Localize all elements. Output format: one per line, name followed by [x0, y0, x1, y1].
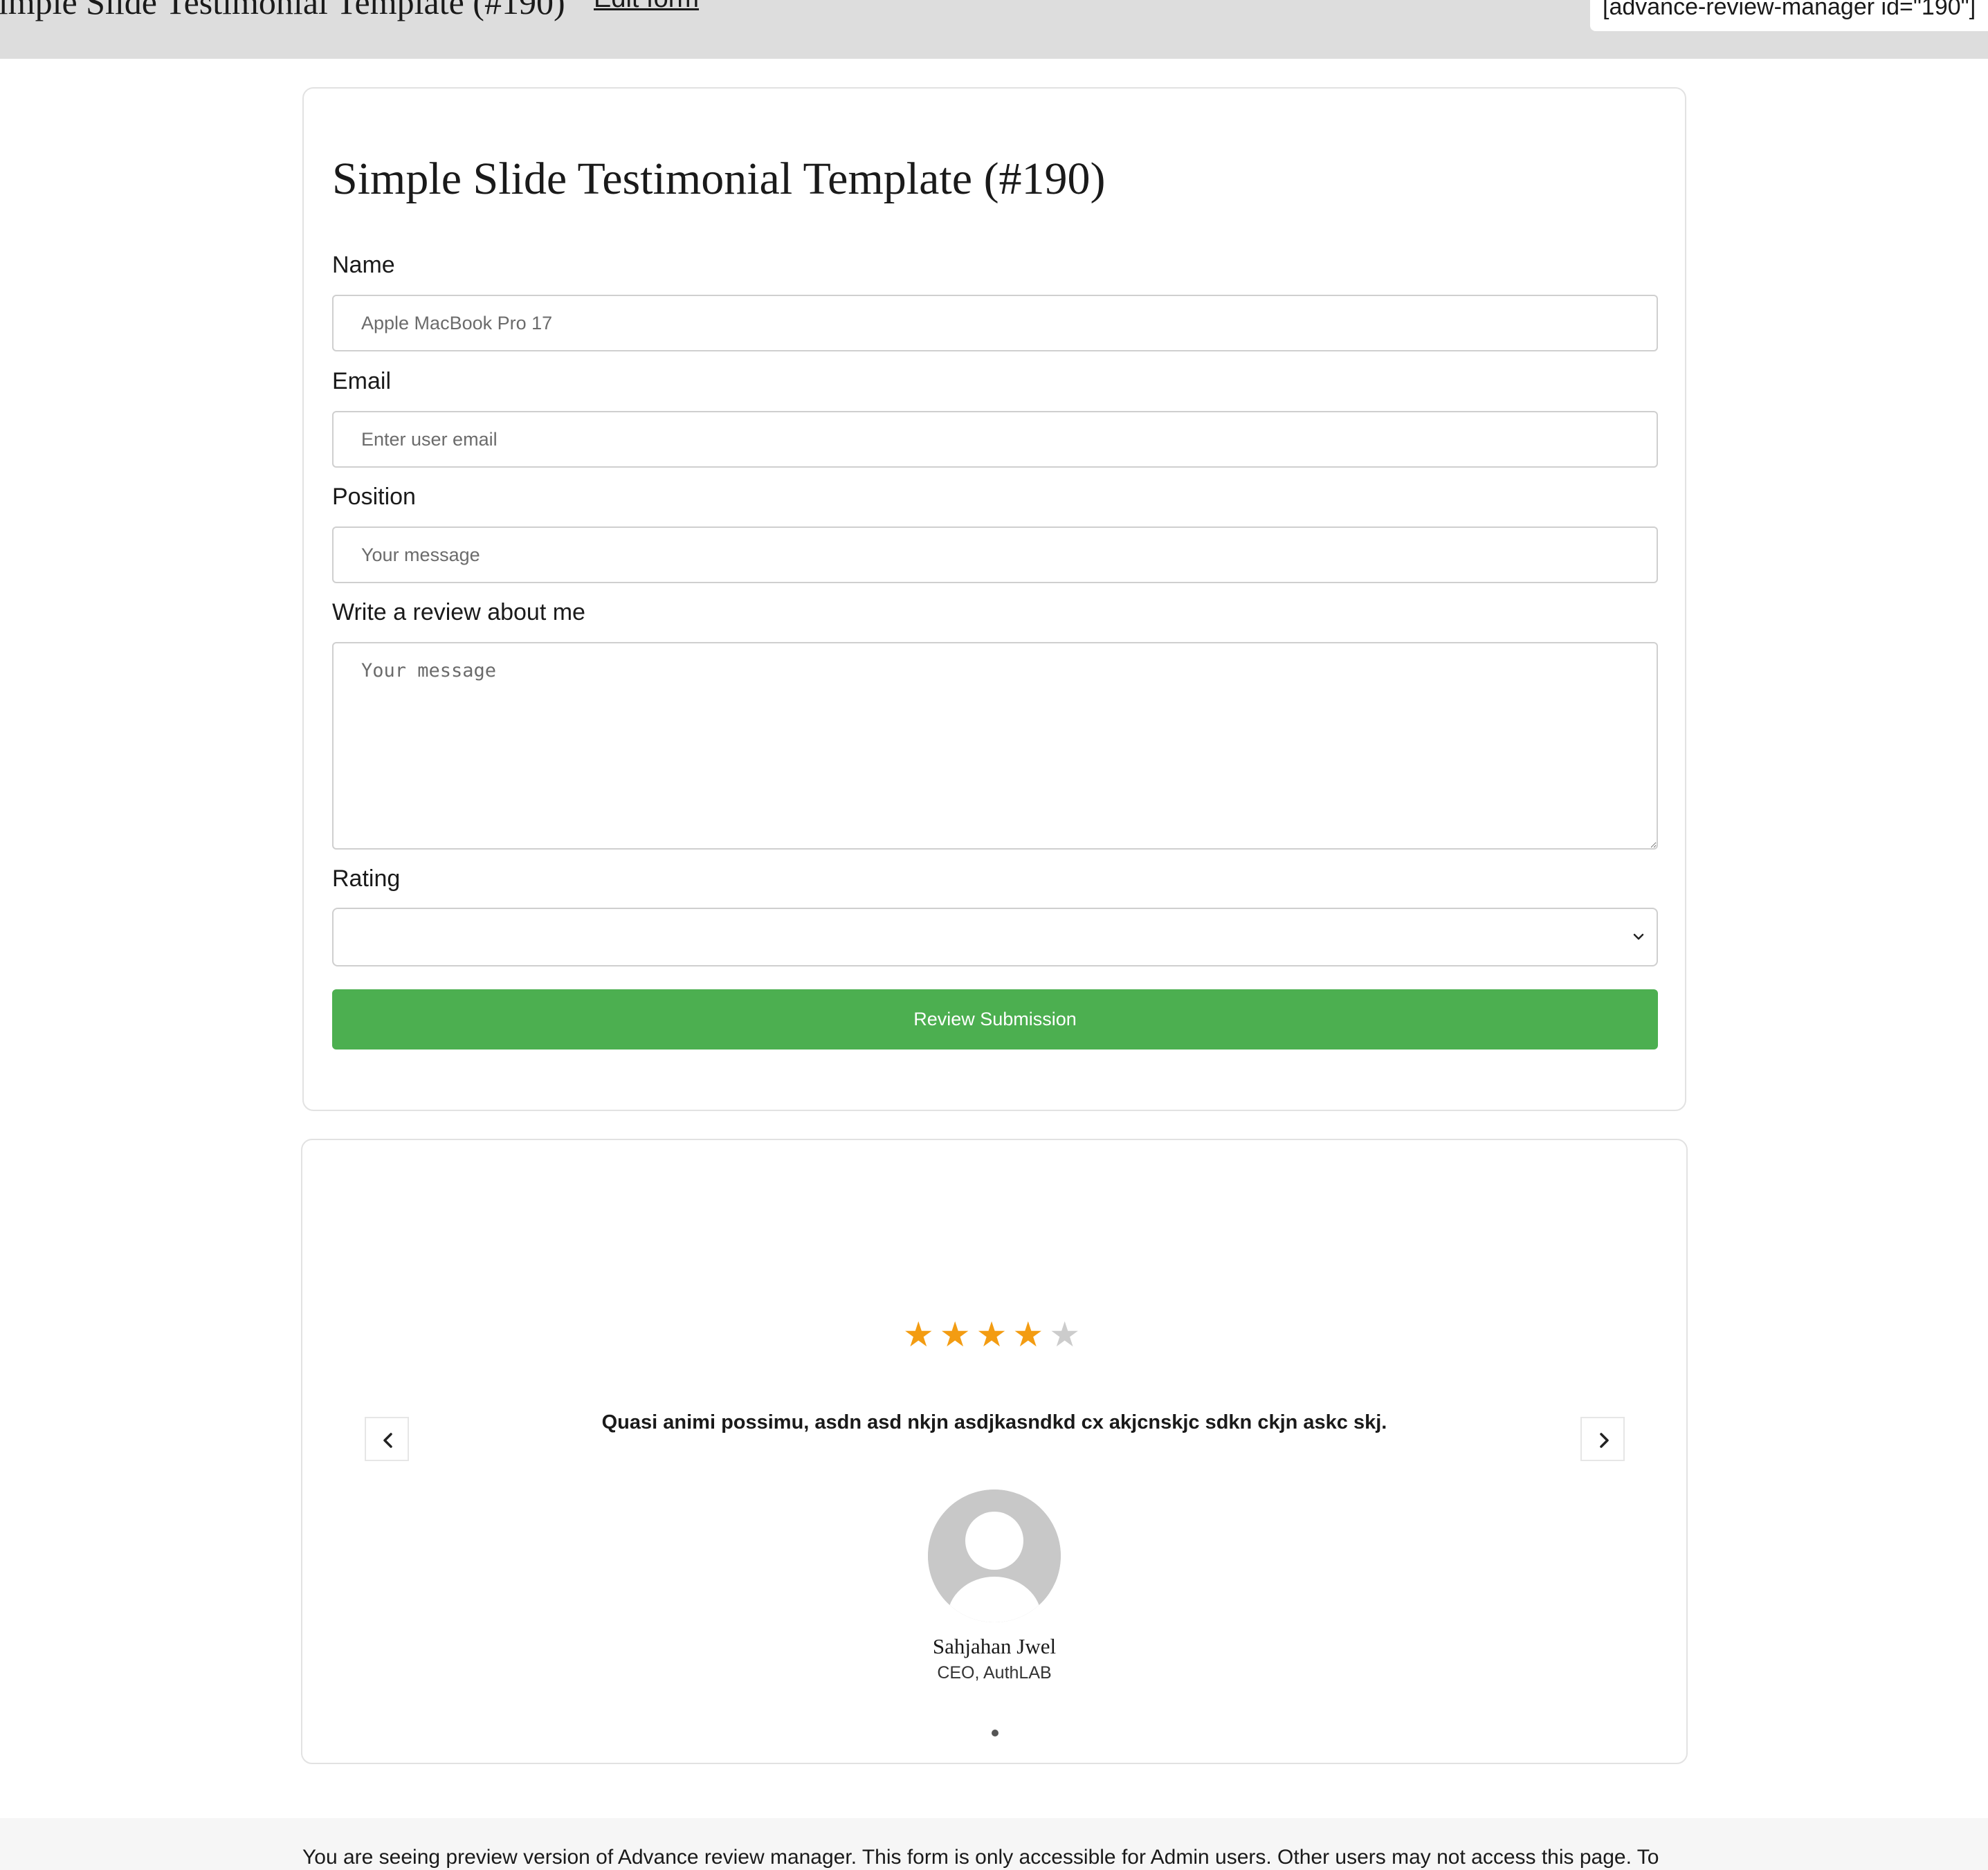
avatar	[928, 1489, 1061, 1622]
star-empty-icon: ★	[1049, 1315, 1086, 1354]
star-filled-icon: ★	[939, 1315, 976, 1354]
chevron-down-icon	[1633, 933, 1644, 940]
name-input[interactable]	[332, 295, 1658, 351]
position-input[interactable]	[332, 526, 1658, 583]
admin-top-bar: Simple Slide Testimonial Template (#190)…	[0, 0, 1988, 59]
preview-notice-bar: You are seeing preview version of Advanc…	[0, 1818, 1988, 1870]
slider-next-button[interactable]	[1580, 1417, 1625, 1461]
preview-notice-text: You are seeing preview version of Advanc…	[302, 1846, 1659, 1869]
edit-form-link[interactable]: Edit form	[594, 0, 699, 14]
chevron-left-icon	[383, 1433, 392, 1448]
user-placeholder-icon	[928, 1489, 1061, 1622]
star-filled-icon: ★	[1012, 1315, 1050, 1354]
name-label: Name	[332, 252, 395, 278]
review-form-card: Simple Slide Testimonial Template (#190)…	[302, 87, 1686, 1111]
position-label: Position	[332, 484, 416, 510]
rating-select[interactable]	[332, 908, 1658, 966]
email-input[interactable]	[332, 411, 1658, 468]
chevron-right-icon	[1600, 1433, 1609, 1448]
email-label: Email	[332, 368, 392, 394]
rating-label: Rating	[332, 865, 401, 892]
review-label: Write a review about me	[332, 599, 585, 625]
star-filled-icon: ★	[976, 1315, 1013, 1354]
topbar-form-title: Simple Slide Testimonial Template (#190)	[0, 0, 565, 21]
review-textarea[interactable]	[332, 642, 1658, 850]
author-name: Sahjahan Jwel	[932, 1634, 1057, 1658]
testimonial-quote: Quasi animi possimu, asdn asd nkjn asdjk…	[601, 1411, 1387, 1433]
shortcode-display[interactable]: [advance-review-manager id="190"]	[1590, 0, 1988, 31]
star-rating: ★★★★★	[302, 1317, 1686, 1352]
review-submit-button[interactable]: Review Submission	[332, 989, 1658, 1049]
slider-dot[interactable]	[992, 1730, 998, 1736]
star-filled-icon: ★	[902, 1315, 940, 1354]
testimonial-slider: ★★★★★ Quasi animi possimu, asdn asd nkjn…	[301, 1139, 1688, 1764]
form-title: Simple Slide Testimonial Template (#190)	[332, 154, 1106, 204]
slider-prev-button[interactable]	[365, 1417, 409, 1461]
author-role: CEO, AuthLAB	[937, 1663, 1052, 1683]
